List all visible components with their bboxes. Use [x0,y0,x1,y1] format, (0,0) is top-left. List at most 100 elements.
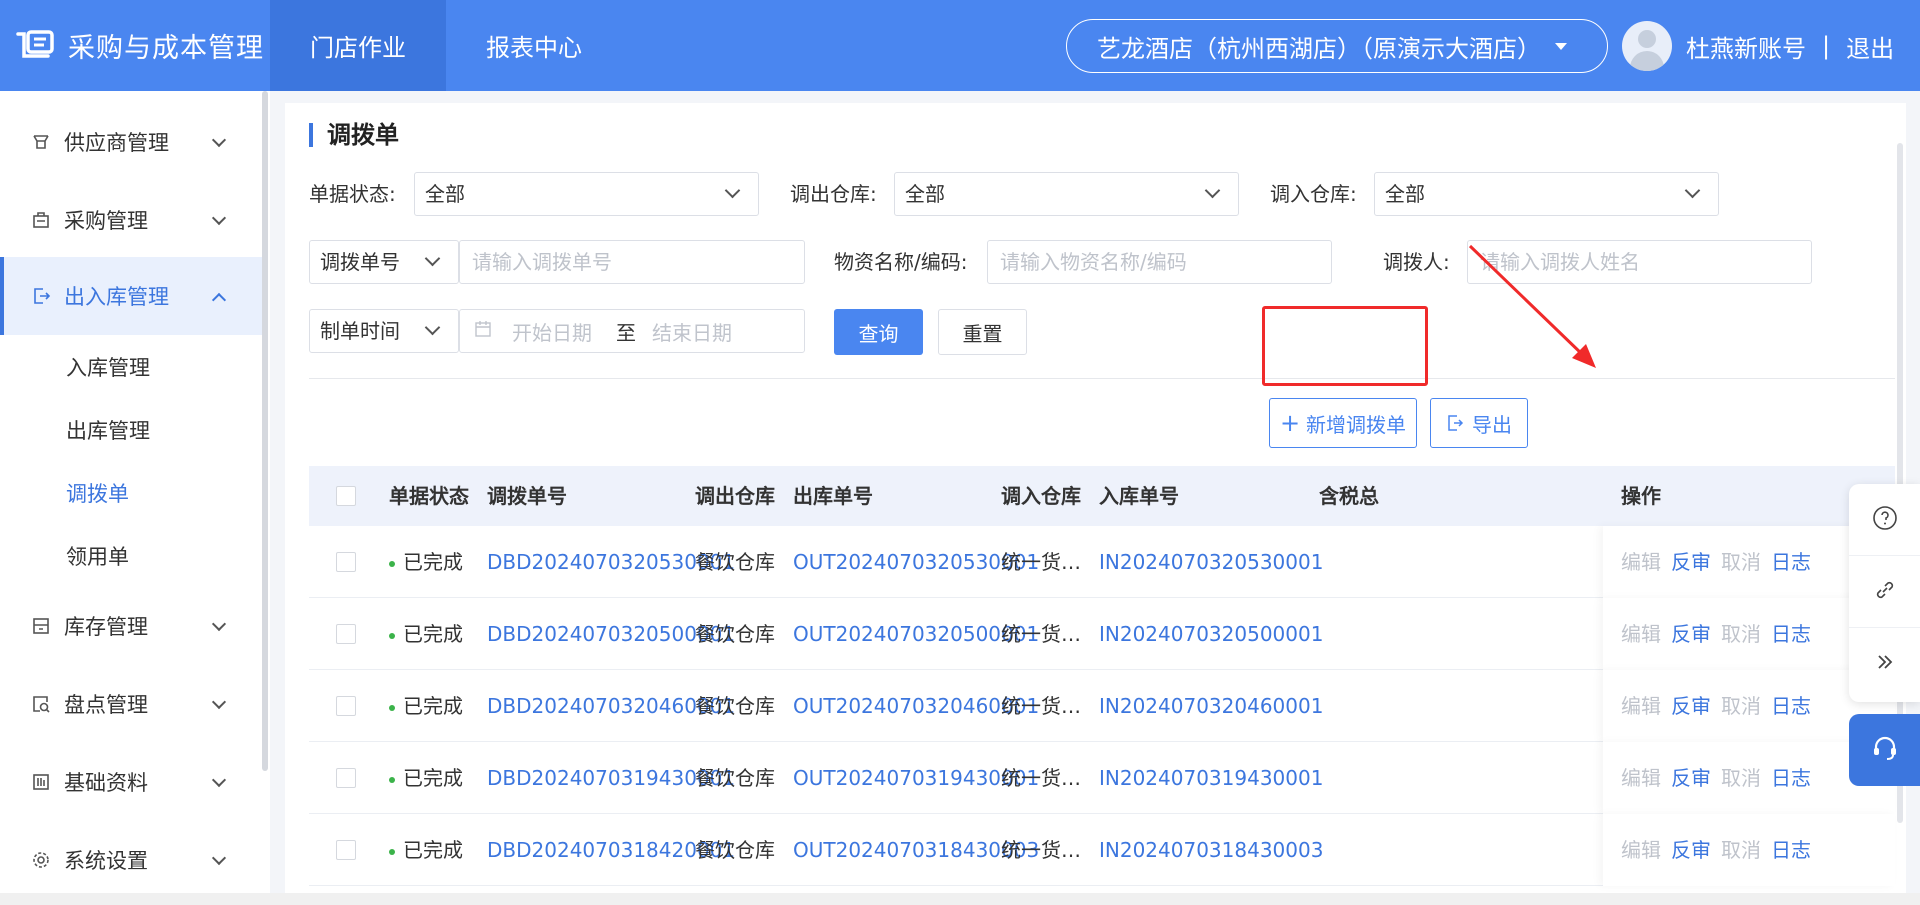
in-number-link[interactable]: IN2024070320500001 [1099,598,1323,670]
avatar[interactable] [1622,21,1672,71]
sidebar-sub-requisition[interactable]: 领用单 [66,542,129,572]
row-checkbox[interactable] [336,552,356,572]
start-date[interactable]: 开始日期 [512,317,592,346]
unapprove-action[interactable]: 反审 [1671,550,1711,574]
chevron-up-icon [211,292,227,308]
sidebar-item-purchase[interactable]: 采购管理 [0,181,262,259]
user-name[interactable]: 杜燕新账号 [1686,29,1806,64]
transfer-person-input[interactable] [1467,240,1812,284]
in-number-link[interactable]: IN2024070320530001 [1099,526,1323,598]
add-transfer-button[interactable]: + 新增调拨单 [1269,398,1417,448]
end-date[interactable]: 结束日期 [652,317,732,346]
sidebar-item-label: 基础资料 [64,771,148,795]
edit-action[interactable]: 编辑 [1621,550,1661,574]
export-button[interactable]: 导出 [1430,398,1528,448]
sidebar-sub-inbound[interactable]: 入库管理 [66,353,150,383]
in-warehouse-cell: 统一货… [1001,766,1081,790]
sidebar-sub-transfer[interactable]: 调拨单 [66,479,129,509]
query-button[interactable]: 查询 [834,309,923,355]
link-button[interactable] [1849,556,1920,628]
out-warehouse-value: 全部 [905,182,945,206]
sidebar-item-settings[interactable]: 系统设置 [0,821,262,899]
in-number-link[interactable]: IN2024070318430003 [1099,814,1323,886]
cancel-action[interactable]: 取消 [1721,622,1761,646]
unapprove-action[interactable]: 反审 [1671,694,1711,718]
in-number-link[interactable]: IN2024070320460001 [1099,670,1323,742]
log-action[interactable]: 日志 [1771,694,1811,718]
material-input[interactable] [987,240,1332,284]
out-warehouse-select[interactable]: 全部 [894,172,1239,216]
customer-service-icon [1870,733,1900,767]
log-action[interactable]: 日志 [1771,550,1811,574]
sidebar: 供应商管理 采购管理 出入库管理 入库管理 出库管理 调拨单 领用单 库存管理 … [0,91,270,905]
customer-service-button[interactable] [1849,714,1920,786]
sidebar-scrollbar[interactable] [262,91,268,771]
tab-report-center[interactable]: 报表中心 [446,0,622,91]
edit-action[interactable]: 编辑 [1621,694,1661,718]
edit-action[interactable]: 编辑 [1621,838,1661,862]
table-row: 已完成 DBD2024070320500001 餐饮仓库 OUT20240703… [309,598,1895,670]
tab-store-operations[interactable]: 门店作业 [270,0,446,91]
in-warehouse-cell: 统一货… [1001,550,1081,574]
collapse-button[interactable] [1849,628,1920,700]
in-number-link[interactable]: IN2024070319430001 [1099,742,1323,814]
th-out-warehouse: 调出仓库 [695,484,775,508]
sidebar-item-inout[interactable]: 出入库管理 [0,257,262,335]
caret-down-icon [1555,42,1567,50]
store-name: 艺龙酒店（杭州西湖店）（原演示大酒店） [1097,34,1541,63]
settings-icon [30,849,52,871]
unapprove-action[interactable]: 反审 [1671,838,1711,862]
transfer-number-input[interactable] [459,240,805,284]
row-checkbox[interactable] [336,768,356,788]
sidebar-item-label: 库存管理 [64,615,148,639]
out-warehouse-cell: 餐饮仓库 [695,838,775,862]
row-checkbox[interactable] [336,696,356,716]
sidebar-item-label: 供应商管理 [64,131,169,155]
reset-button[interactable]: 重置 [938,309,1027,355]
log-action[interactable]: 日志 [1771,766,1811,790]
help-button[interactable] [1849,484,1920,556]
row-checkbox[interactable] [336,840,356,860]
time-type-select[interactable]: 制单时间 [309,309,459,353]
sidebar-item-basic-data[interactable]: 基础资料 [0,743,262,821]
chevron-down-icon [424,319,441,336]
status-label: 单据状态: [309,182,396,206]
th-transfer-number: 调拨单号 [487,484,567,508]
row-operations: 编辑 反审 取消 日志 [1603,814,1895,886]
export-icon [1446,414,1464,432]
in-warehouse-cell: 统一货… [1001,838,1081,862]
brand[interactable]: 采购与成本管理 [0,0,270,91]
date-range-picker[interactable]: 开始日期 至 结束日期 [459,309,805,353]
row-checkbox[interactable] [336,624,356,644]
sidebar-item-supplier[interactable]: 供应商管理 [0,103,262,181]
sidebar-sub-outbound[interactable]: 出库管理 [66,416,150,446]
cancel-action[interactable]: 取消 [1721,838,1761,862]
unapprove-action[interactable]: 反审 [1671,622,1711,646]
row-status: 已完成 [389,814,463,886]
status-text: 已完成 [403,694,463,718]
log-action[interactable]: 日志 [1771,838,1811,862]
row-status: 已完成 [389,670,463,742]
cancel-action[interactable]: 取消 [1721,694,1761,718]
in-warehouse-cell: 统一货… [1001,694,1081,718]
unapprove-action[interactable]: 反审 [1671,766,1711,790]
in-warehouse-cell: 统一货… [1001,622,1081,646]
row-status: 已完成 [389,526,463,598]
chevron-down-icon [211,616,227,632]
logout-link[interactable]: 退出 [1846,29,1894,64]
status-select[interactable]: 全部 [414,172,759,216]
cancel-action[interactable]: 取消 [1721,550,1761,574]
log-action[interactable]: 日志 [1771,622,1811,646]
sidebar-item-stocktake[interactable]: 盘点管理 [0,665,262,743]
date-separator: 至 [616,320,636,345]
cancel-action[interactable]: 取消 [1721,766,1761,790]
select-all-checkbox[interactable] [336,486,356,506]
store-selector[interactable]: 艺龙酒店（杭州西湖店）（原演示大酒店） [1066,19,1608,73]
in-warehouse-select[interactable]: 全部 [1374,172,1719,216]
sidebar-item-inventory[interactable]: 库存管理 [0,587,262,665]
number-type-select[interactable]: 调拨单号 [309,240,459,284]
row-status: 已完成 [389,742,463,814]
edit-action[interactable]: 编辑 [1621,622,1661,646]
edit-action[interactable]: 编辑 [1621,766,1661,790]
out-warehouse-label: 调出仓库: [790,182,877,206]
